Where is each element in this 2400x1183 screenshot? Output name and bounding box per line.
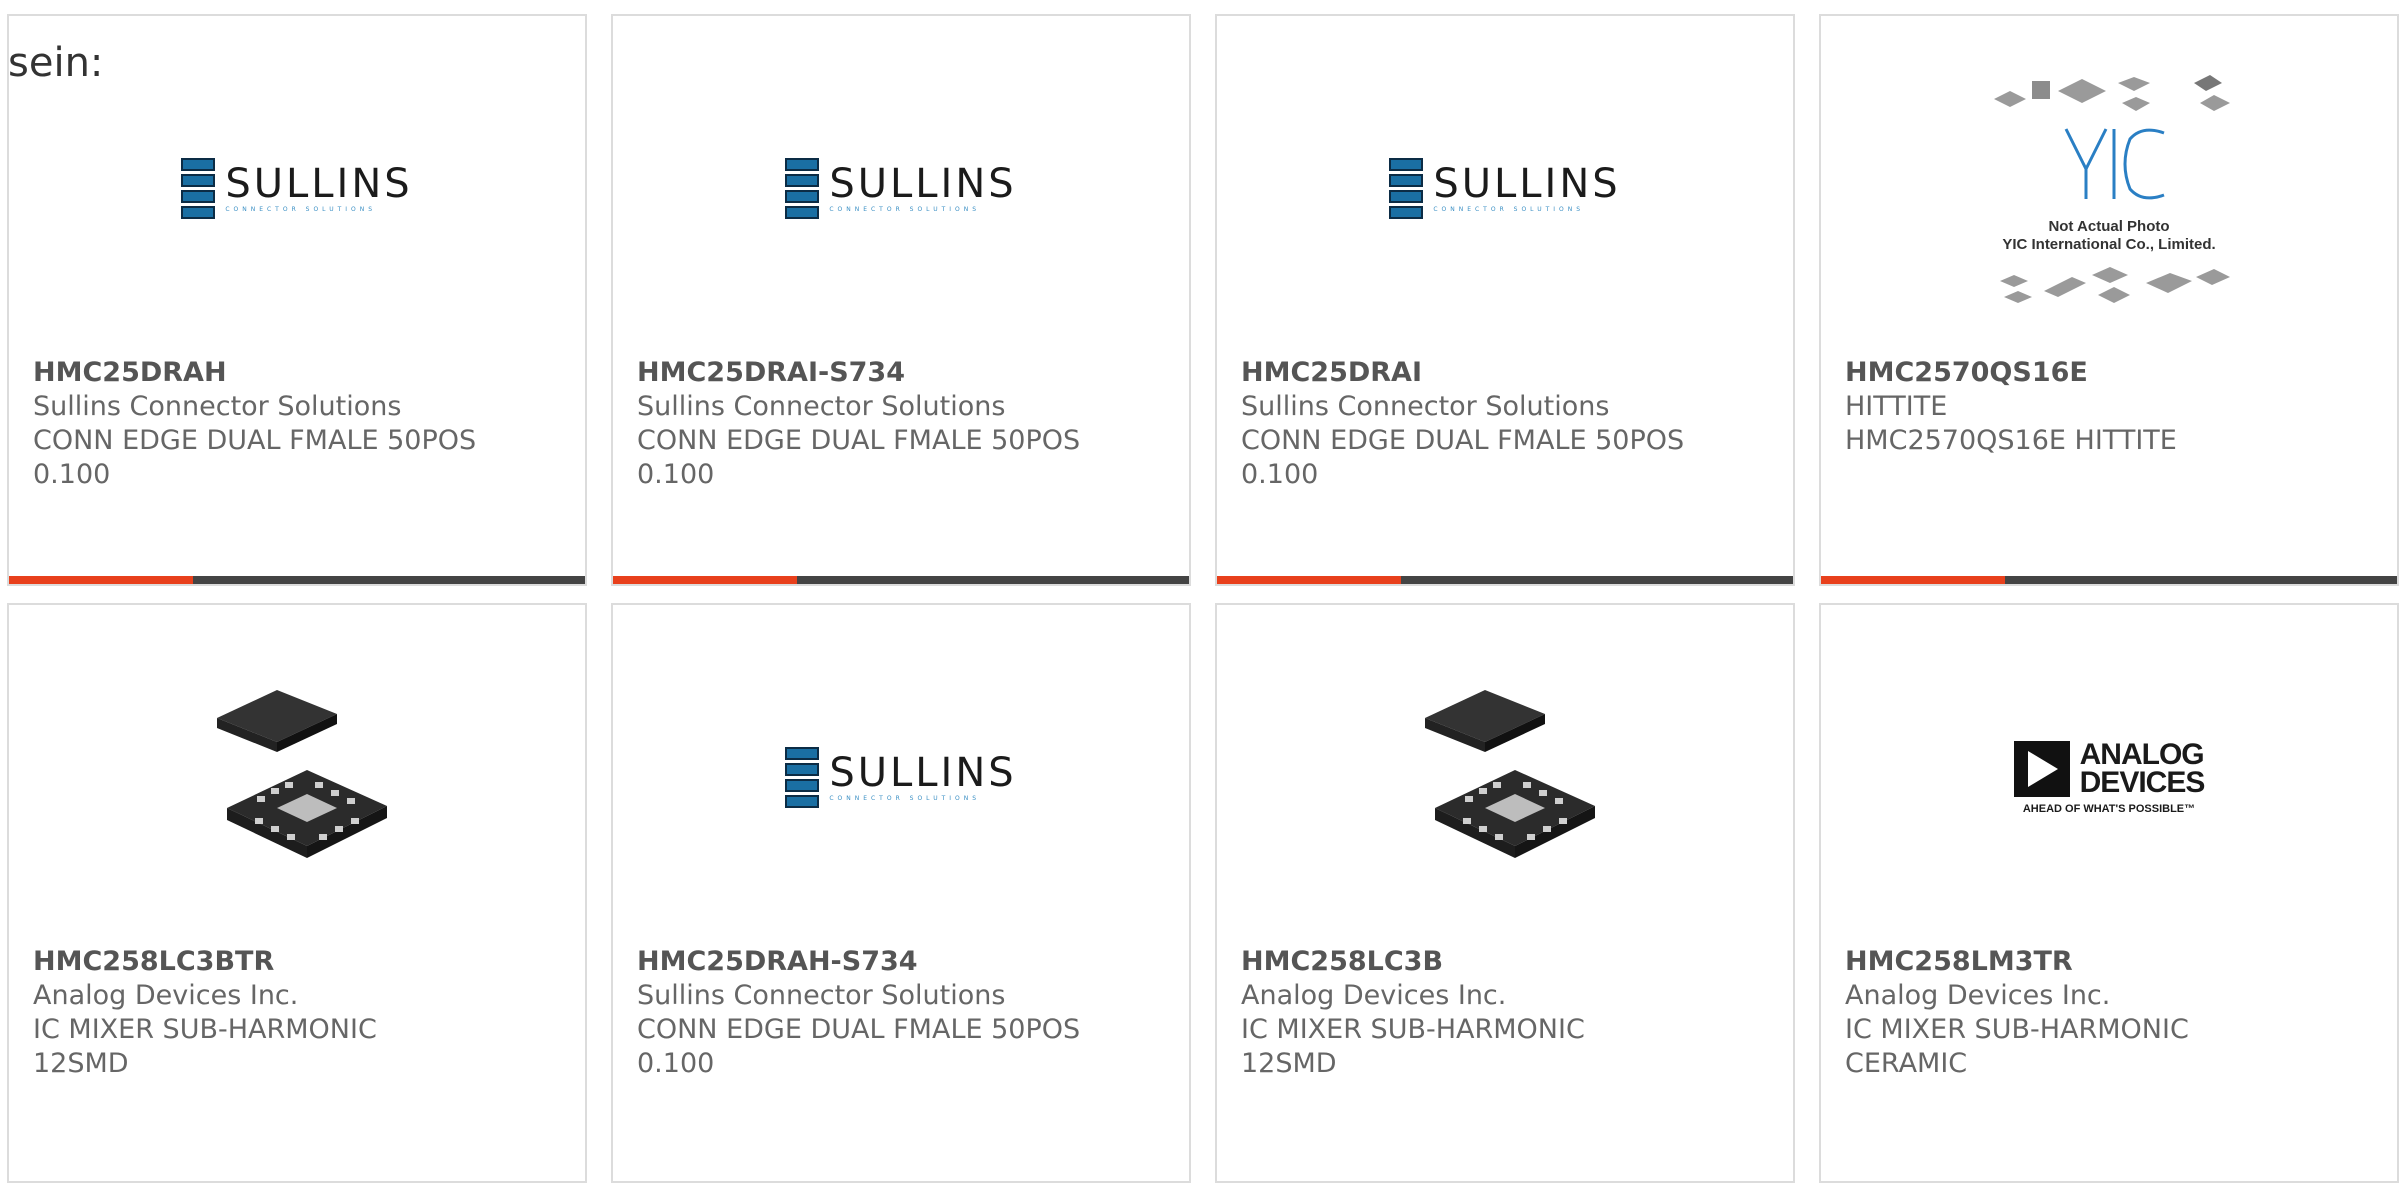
sullins-sub: CONNECTOR SOLUTIONS xyxy=(829,795,981,802)
description-2: 0.100 xyxy=(33,459,111,490)
description: CONN EDGE DUAL FMALE 50POS xyxy=(1241,425,1685,456)
product-card[interactable]: SULLINS CONNECTOR SOLUTIONS HMC25DRAH-S7… xyxy=(611,603,1191,1183)
progress-fill xyxy=(613,576,798,584)
manufacturer: Sullins Connector Solutions xyxy=(1241,391,1610,422)
description-2: 12SMD xyxy=(33,1048,129,1079)
sullins-logo: SULLINS CONNECTOR SOLUTIONS xyxy=(785,747,1016,808)
part-number[interactable]: HMC25DRAH-S734 xyxy=(637,945,1169,979)
sullins-name: SULLINS xyxy=(829,161,1017,207)
sullins-logo: SULLINS CONNECTOR SOLUTIONS xyxy=(181,158,412,219)
description-2: CERAMIC xyxy=(1845,1048,1968,1079)
progress-bar xyxy=(9,576,585,584)
description: IC MIXER SUB-HARMONIC xyxy=(1241,1014,1585,1045)
lead-text: sein: xyxy=(8,40,104,86)
manufacturer: HITTITE xyxy=(1845,391,1948,422)
sullins-name: SULLINS xyxy=(225,161,413,207)
product-image[interactable]: ANALOG DEVICES AHEAD OF WHAT'S POSSIBLE™ xyxy=(1821,650,2397,905)
description: IC MIXER SUB-HARMONIC xyxy=(33,1014,377,1045)
product-image[interactable]: SULLINS CONNECTOR SOLUTIONS xyxy=(613,61,1189,316)
description-2: 0.100 xyxy=(1241,459,1319,490)
adi-line-1: ANALOG xyxy=(2079,737,2205,771)
description-2: 12SMD xyxy=(1241,1048,1337,1079)
manufacturer: Sullins Connector Solutions xyxy=(637,391,1006,422)
sullins-logo: SULLINS CONNECTOR SOLUTIONS xyxy=(1389,158,1620,219)
product-image[interactable]: Not Actual Photo YIC International Co., … xyxy=(1821,61,2397,316)
description: CONN EDGE DUAL FMALE 50POS xyxy=(637,1014,1081,1045)
description: HMC2570QS16E HITTITE xyxy=(1845,425,2177,456)
progress-fill xyxy=(1821,576,2006,584)
sullins-sub: CONNECTOR SOLUTIONS xyxy=(829,206,981,213)
sullins-mark-icon xyxy=(785,747,820,808)
part-number[interactable]: HMC2570QS16E xyxy=(1845,356,2377,390)
product-card[interactable]: HMC258LC3B Analog Devices Inc. IC MIXER … xyxy=(1215,603,1795,1183)
manufacturer: Analog Devices Inc. xyxy=(1845,980,2111,1011)
product-image[interactable]: SULLINS CONNECTOR SOLUTIONS xyxy=(9,61,585,316)
part-number[interactable]: HMC258LM3TR xyxy=(1845,945,2377,979)
yic-line-1: Not Actual Photo xyxy=(2048,218,2169,235)
description: CONN EDGE DUAL FMALE 50POS xyxy=(33,425,477,456)
adi-line-2: DEVICES xyxy=(2079,765,2206,799)
product-card[interactable]: HMC258LC3BTR Analog Devices Inc. IC MIXE… xyxy=(7,603,587,1183)
progress-bar xyxy=(1217,576,1793,584)
adi-tagline: AHEAD OF WHAT'S POSSIBLE™ xyxy=(2022,802,2196,815)
sullins-sub: CONNECTOR SOLUTIONS xyxy=(1433,206,1585,213)
manufacturer: Analog Devices Inc. xyxy=(33,980,299,1011)
product-card[interactable]: Not Actual Photo YIC International Co., … xyxy=(1819,14,2399,586)
sullins-mark-icon xyxy=(181,158,216,219)
sullins-sub: CONNECTOR SOLUTIONS xyxy=(225,206,377,213)
description-2: 0.100 xyxy=(637,459,715,490)
sullins-mark-icon xyxy=(785,158,820,219)
progress-bar xyxy=(613,576,1189,584)
product-image[interactable] xyxy=(9,650,585,905)
sullins-mark-icon xyxy=(1389,158,1424,219)
product-image[interactable]: SULLINS CONNECTOR SOLUTIONS xyxy=(613,650,1189,905)
sullins-logo: SULLINS CONNECTOR SOLUTIONS xyxy=(785,158,1016,219)
progress-fill xyxy=(1217,576,1402,584)
description-2: 0.100 xyxy=(637,1048,715,1079)
manufacturer: Sullins Connector Solutions xyxy=(33,391,402,422)
product-card[interactable]: ANALOG DEVICES AHEAD OF WHAT'S POSSIBLE™… xyxy=(1819,603,2399,1183)
ic-chip-icon xyxy=(217,689,387,858)
sullins-name: SULLINS xyxy=(1433,161,1621,207)
product-image[interactable] xyxy=(1217,650,1793,905)
adi-triangle-icon xyxy=(2013,740,2070,797)
part-number[interactable]: HMC258LC3BTR xyxy=(33,945,565,979)
description: IC MIXER SUB-HARMONIC xyxy=(1845,1014,2189,1045)
product-card[interactable]: SULLINS CONNECTOR SOLUTIONS HMC25DRAI-S7… xyxy=(611,14,1191,586)
yic-placeholder: Not Actual Photo YIC International Co., … xyxy=(1974,69,2244,309)
progress-bar xyxy=(1821,576,2397,584)
product-card[interactable]: SULLINS CONNECTOR SOLUTIONS HMC25DRAI Su… xyxy=(1215,14,1795,586)
part-number[interactable]: HMC25DRAI xyxy=(1241,356,1773,390)
analog-devices-logo: ANALOG DEVICES AHEAD OF WHAT'S POSSIBLE™ xyxy=(2013,737,2206,815)
sullins-name: SULLINS xyxy=(829,750,1017,796)
progress-fill xyxy=(9,576,194,584)
part-number[interactable]: HMC258LC3B xyxy=(1241,945,1773,979)
yic-line-2: YIC International Co., Limited. xyxy=(2002,236,2215,253)
product-card[interactable]: SULLINS CONNECTOR SOLUTIONS HMC25DRAH Su… xyxy=(7,14,587,586)
product-image[interactable]: SULLINS CONNECTOR SOLUTIONS xyxy=(1217,61,1793,316)
ic-chip-icon xyxy=(1425,689,1595,858)
part-number[interactable]: HMC25DRAH xyxy=(33,356,565,390)
chip-packages-icon: Not Actual Photo YIC International Co., … xyxy=(1994,74,2230,303)
manufacturer: Analog Devices Inc. xyxy=(1241,980,1507,1011)
description: CONN EDGE DUAL FMALE 50POS xyxy=(637,425,1081,456)
manufacturer: Sullins Connector Solutions xyxy=(637,980,1006,1011)
part-number[interactable]: HMC25DRAI-S734 xyxy=(637,356,1169,390)
